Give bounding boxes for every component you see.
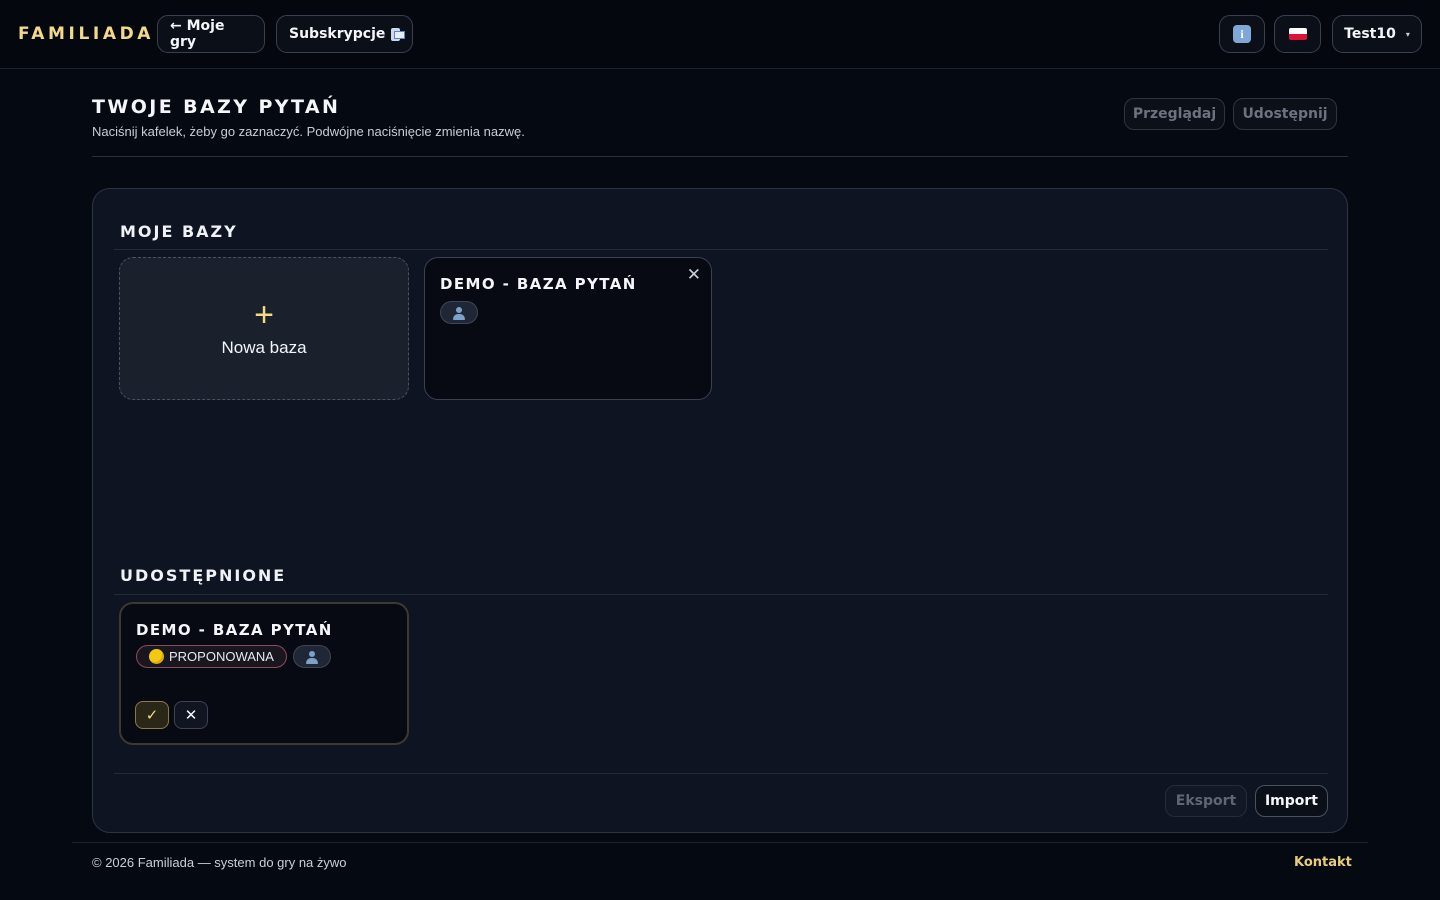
- envelope-icon: [391, 27, 405, 41]
- subscriptions-button[interactable]: Subskrypcje: [276, 15, 413, 53]
- close-icon: ✕: [184, 707, 198, 724]
- top-bar: FAMILIADA ← Moje gry Subskrypcje i Test1…: [0, 0, 1440, 69]
- footer-divider: [72, 842, 1368, 843]
- reject-button[interactable]: ✕: [174, 701, 208, 729]
- shared-tile-badges: PROPONOWANA: [136, 645, 331, 668]
- panel-footer-divider: [114, 773, 1328, 774]
- user-name: Test10: [1344, 26, 1396, 42]
- subscriptions-label: Subskrypcje: [289, 26, 386, 42]
- shared-heading: UDOSTĘPNIONE: [120, 566, 287, 585]
- chevron-down-icon: ▾: [1405, 29, 1410, 39]
- person-icon: [452, 306, 466, 320]
- bases-panel: MOJE BAZY + Nowa baza DEMO - BAZA PYTAŃ …: [92, 188, 1348, 833]
- base-tile-demo[interactable]: DEMO - BAZA PYTAŃ ✕: [424, 257, 712, 400]
- proposed-status-label: PROPONOWANA: [169, 649, 274, 664]
- browse-button[interactable]: Przeglądaj: [1124, 98, 1225, 130]
- proposed-status-badge: PROPONOWANA: [136, 645, 287, 668]
- import-button[interactable]: Import: [1255, 785, 1328, 817]
- info-button[interactable]: i: [1219, 15, 1265, 53]
- user-menu-button[interactable]: Test10 ▾: [1332, 15, 1422, 53]
- close-icon[interactable]: ✕: [687, 265, 701, 285]
- info-icon: i: [1233, 25, 1251, 43]
- base-tile-badges: [440, 301, 478, 324]
- person-icon: [305, 650, 319, 664]
- my-bases-divider: [114, 249, 1328, 250]
- check-icon: ✓: [145, 707, 159, 724]
- accept-button[interactable]: ✓: [135, 701, 169, 729]
- export-button[interactable]: Eksport: [1165, 785, 1247, 817]
- shared-tile-actions: ✓ ✕: [135, 701, 208, 729]
- shared-divider: [114, 594, 1328, 595]
- shared-tile-title: DEMO - BAZA PYTAŃ: [136, 621, 333, 639]
- footer-copyright: © 2026 Familiada — system do gry na żywo: [92, 855, 347, 870]
- owner-badge: [292, 645, 331, 668]
- shared-base-tile-demo[interactable]: DEMO - BAZA PYTAŃ PROPONOWANA ✓ ✕: [119, 602, 409, 745]
- share-button[interactable]: Udostępnij: [1233, 98, 1337, 130]
- header-divider: [92, 156, 1348, 157]
- owner-badge: [440, 301, 478, 324]
- back-to-games-button[interactable]: ← Moje gry: [157, 15, 265, 53]
- brand-logo[interactable]: FAMILIADA: [18, 24, 154, 44]
- new-base-tile[interactable]: + Nowa baza: [119, 257, 409, 400]
- plus-icon: +: [254, 295, 274, 334]
- poland-flag-icon: [1288, 28, 1307, 40]
- page-subtitle: Naciśnij kafelek, żeby go zaznaczyć. Pod…: [92, 124, 525, 139]
- my-bases-heading: MOJE BAZY: [120, 222, 238, 241]
- base-tile-title: DEMO - BAZA PYTAŃ: [440, 275, 637, 293]
- page-title: TWOJE BAZY PYTAŃ: [92, 96, 341, 118]
- language-button[interactable]: [1274, 15, 1321, 53]
- yellow-circle-icon: [149, 649, 164, 664]
- contact-link[interactable]: Kontakt: [1294, 855, 1352, 870]
- back-button-label: ← Moje gry: [170, 18, 225, 50]
- new-base-label: Nowa baza: [221, 337, 307, 357]
